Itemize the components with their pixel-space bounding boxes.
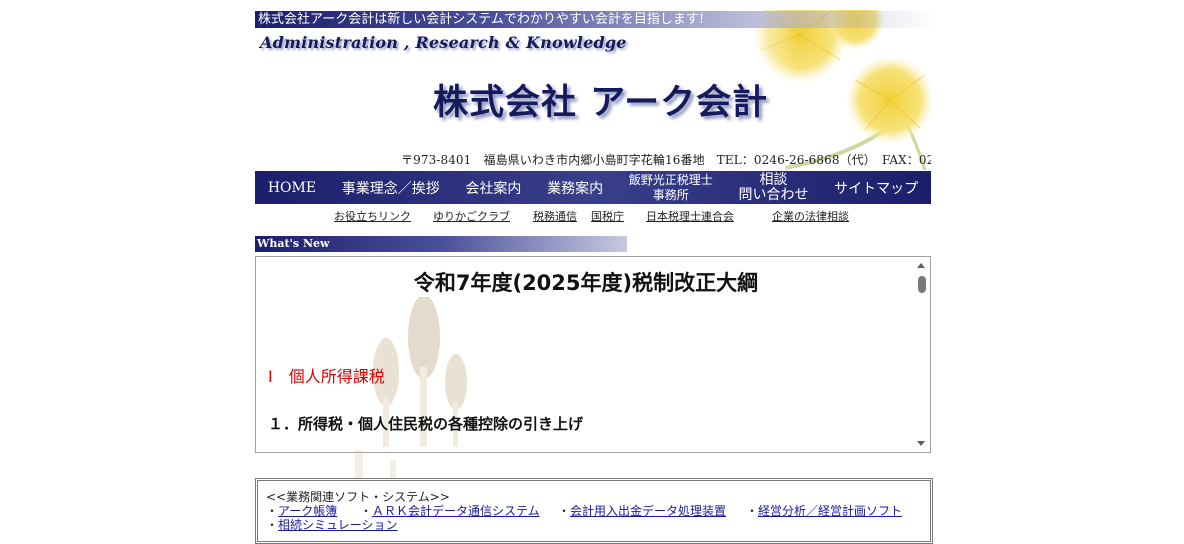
- link-management-analysis[interactable]: ・経営分析／経営計画ソフト: [746, 502, 902, 519]
- nav-contact-line1: 相談: [759, 171, 788, 188]
- link-tax-federation[interactable]: 日本税理士連合会: [646, 208, 734, 224]
- link-useful-links[interactable]: お役立ちリンク: [334, 208, 411, 224]
- link-legal-consult[interactable]: 企業の法律相談: [772, 208, 849, 224]
- main-navigation: HOME 事業理念／挨拶 会社案内 業務案内 飯野光正税理士 事務所 相談 問い…: [255, 171, 931, 204]
- bullet: ・: [558, 504, 571, 518]
- scroll-thumb[interactable]: [918, 276, 926, 293]
- nav-tax-office[interactable]: 飯野光正税理士 事務所: [629, 173, 713, 203]
- software-systems-box: <<業務関連ソフト・システム>> ・アーク帳簿 ・ＡＲＫ会計データ通信システム …: [255, 478, 933, 544]
- news-scroll-frame[interactable]: 令和7年度(2025年度)税制改正大綱 Ⅰ 個人所得課税 １．所得税・個人住民税…: [255, 256, 931, 453]
- tagline-banner: 株式会社アーク会計は新しい会計システムでわかりやすい会計を目指します!: [255, 11, 931, 28]
- company-name-logo: 株式会社 アーク会計: [433, 82, 769, 123]
- sub-links-bar: お役立ちリンク ゆりかごクラブ 税務通信 国税庁 日本税理士連合会 企業の法律相…: [255, 208, 931, 224]
- nav-home[interactable]: HOME: [268, 180, 316, 196]
- scroll-down-arrow-icon[interactable]: [917, 441, 925, 446]
- news-title: 令和7年度(2025年度)税制改正大綱: [413, 271, 759, 295]
- news-item-heading: １．所得税・個人住民税の各種控除の引き上げ: [268, 415, 584, 433]
- nav-contact-line2: 問い合わせ: [738, 186, 809, 203]
- company-motto: Administration , Research & Knowledge: [260, 33, 627, 52]
- link-inheritance-sim[interactable]: ・相続シミュレーション: [266, 516, 398, 533]
- nav-services[interactable]: 業務案内: [547, 178, 603, 198]
- bullet: ・: [266, 518, 279, 532]
- link-tax-news[interactable]: 税務通信: [533, 208, 577, 224]
- nav-philosophy[interactable]: 事業理念／挨拶: [342, 178, 440, 198]
- nav-tax-office-line2: 事務所: [652, 187, 689, 202]
- nav-contact[interactable]: 相談 問い合わせ: [738, 171, 809, 203]
- scroll-up-arrow-icon[interactable]: [917, 263, 925, 268]
- nav-sitemap[interactable]: サイトマップ: [834, 178, 918, 198]
- news-scrollbar[interactable]: [914, 257, 930, 452]
- link-cash-data-device[interactable]: ・会計用入出金データ処理装置: [558, 502, 726, 519]
- link-yurikago-club[interactable]: ゆりかごクラブ: [433, 208, 510, 224]
- nav-tax-office-line1: 飯野光正税理士: [628, 172, 713, 187]
- link-management-analysis-label: 経営分析／経営計画ソフト: [758, 504, 903, 518]
- site-header: 株式会社アーク会計は新しい会計システムでわかりやすい会計を目指します! Admi…: [255, 10, 931, 170]
- whats-new-header: What's New: [255, 236, 627, 252]
- page: 株式会社アーク会計は新しい会計システムでわかりやすい会計を目指します! Admi…: [255, 0, 933, 544]
- nav-company[interactable]: 会社案内: [465, 178, 521, 198]
- link-nta[interactable]: 国税庁: [591, 208, 624, 224]
- company-address: 〒973-8401 福島県いわき市内郷小島町字花輪16番地 TEL：0246-2…: [401, 153, 931, 167]
- link-inheritance-sim-label: 相続シミュレーション: [278, 518, 398, 532]
- link-cash-data-device-label: 会計用入出金データ処理装置: [570, 504, 727, 518]
- news-section-heading: Ⅰ 個人所得課税: [268, 367, 385, 386]
- bullet: ・: [746, 504, 759, 518]
